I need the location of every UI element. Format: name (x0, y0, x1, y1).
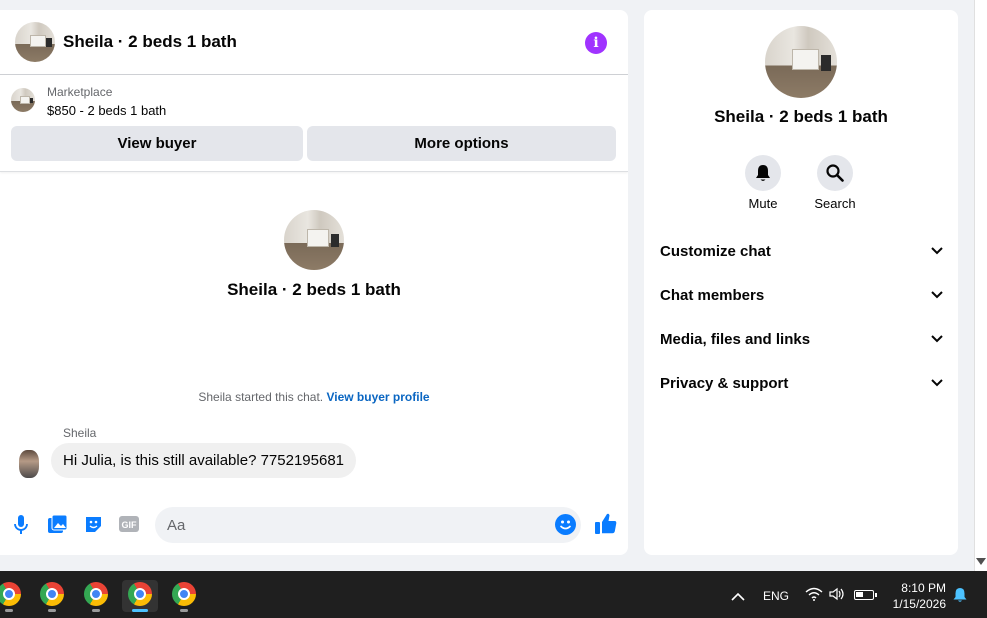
view-buyer-profile-link[interactable]: View buyer profile (326, 390, 429, 404)
chevron-down-icon (930, 376, 944, 390)
app-running-indicator (180, 609, 188, 612)
chat-panel: Sheila · 2 beds 1 bath i Marketplace $85… (0, 10, 628, 555)
page-scrollbar[interactable] (974, 0, 987, 571)
notification-bell-icon[interactable] (953, 587, 967, 608)
chat-title[interactable]: Sheila · 2 beds 1 bath (63, 32, 237, 52)
photo-icon[interactable] (47, 514, 67, 534)
listing-thumbnail[interactable] (11, 88, 35, 112)
chevron-down-icon (930, 244, 944, 258)
app-running-indicator (5, 609, 13, 612)
taskbar-chrome-app[interactable] (81, 580, 111, 612)
side-title: Sheila · 2 beds 1 bath (714, 107, 888, 126)
taskbar-chrome-app[interactable] (169, 580, 199, 612)
sender-name: Sheila (63, 426, 97, 440)
chrome-icon (40, 582, 64, 606)
view-buyer-button[interactable]: View buyer (11, 126, 303, 161)
section-label: Media, files and links (660, 330, 811, 348)
volume-icon[interactable] (829, 587, 845, 606)
chat-header: Sheila · 2 beds 1 bath i (0, 10, 628, 75)
taskbar-chrome-app-active[interactable] (122, 580, 158, 612)
app-running-indicator (92, 609, 100, 612)
privacy-support-section[interactable]: Privacy & support (660, 367, 944, 399)
sticker-icon[interactable] (83, 514, 103, 534)
search-button[interactable]: Search (810, 155, 860, 211)
search-icon (817, 155, 853, 191)
emoji-icon[interactable] (555, 514, 576, 535)
sender-avatar[interactable] (19, 450, 39, 478)
chat-avatar[interactable] (15, 22, 55, 62)
system-message: Sheila started this chat. View buyer pro… (0, 390, 628, 404)
taskbar-chrome-app[interactable] (0, 580, 24, 612)
chrome-icon (0, 582, 21, 606)
media-files-links-section[interactable]: Media, files and links (660, 323, 944, 355)
listing-card: Marketplace $850 - 2 beds 1 bath View bu… (0, 75, 628, 172)
composer: GIF (0, 506, 628, 546)
customize-chat-section[interactable]: Customize chat (660, 235, 944, 267)
intro-title: Sheila · 2 beds 1 bath (227, 280, 401, 299)
mute-label: Mute (748, 196, 778, 211)
clock-date: 1/15/2026 (892, 597, 946, 611)
listing-price-title[interactable]: $850 - 2 beds 1 bath (47, 103, 166, 118)
section-label: Privacy & support (660, 374, 789, 392)
battery-icon[interactable] (854, 590, 877, 600)
section-label: Chat members (660, 286, 765, 304)
chevron-down-icon (930, 332, 944, 346)
chevron-down-icon (930, 288, 944, 302)
more-options-button[interactable]: More options (307, 126, 616, 161)
taskbar-chrome-app[interactable] (37, 580, 67, 612)
chevron-up-icon[interactable] (730, 589, 746, 601)
wifi-icon[interactable] (805, 587, 823, 606)
clock-time: 8:10 PM (901, 581, 946, 595)
mute-button[interactable]: Mute (738, 155, 788, 211)
mic-icon[interactable] (11, 514, 31, 534)
chrome-icon (84, 582, 108, 606)
bell-icon (745, 155, 781, 191)
chrome-icon (172, 582, 196, 606)
app-running-indicator (48, 609, 56, 612)
message-input[interactable] (155, 507, 581, 543)
section-label: Customize chat (660, 242, 771, 260)
taskbar: ENG 8:10 PM 1/15/2026 (0, 571, 987, 618)
info-icon[interactable]: i (585, 32, 607, 54)
chat-members-section[interactable]: Chat members (660, 279, 944, 311)
like-icon[interactable] (595, 512, 617, 536)
side-avatar[interactable] (765, 26, 837, 98)
system-message-text: Sheila started this chat. (198, 390, 324, 404)
gif-label: GIF (122, 520, 138, 530)
app-running-indicator (132, 609, 148, 612)
search-label: Search (814, 196, 856, 211)
gif-icon[interactable]: GIF (119, 514, 139, 534)
language-indicator[interactable]: ENG (763, 589, 789, 603)
scroll-down-arrow-icon[interactable] (976, 558, 986, 565)
conversation-details-panel: Sheila · 2 beds 1 bath Mute Search Custo… (644, 10, 958, 555)
chrome-icon (128, 582, 152, 606)
listing-source: Marketplace (47, 85, 113, 99)
message-bubble[interactable]: Hi Julia, is this still available? 77521… (51, 443, 357, 478)
chat-intro: Sheila · 2 beds 1 bath (0, 210, 628, 300)
intro-avatar[interactable] (284, 210, 344, 270)
clock[interactable]: 8:10 PM 1/15/2026 (886, 580, 946, 612)
